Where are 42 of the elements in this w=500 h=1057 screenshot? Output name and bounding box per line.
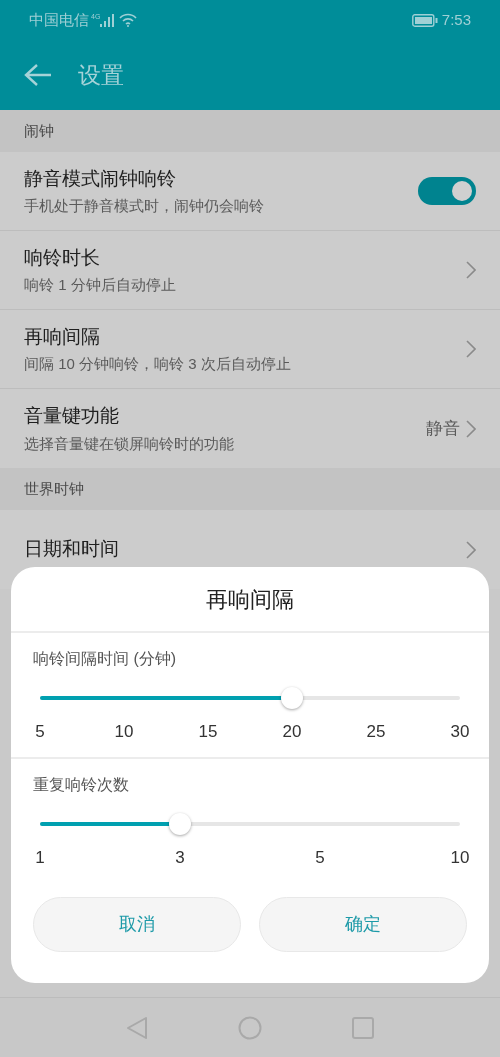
tick-label: 5 [35, 721, 45, 743]
recents-square-icon[interactable] [352, 1016, 374, 1039]
setting-title: 静音模式闹钟响铃 [24, 166, 177, 191]
signal-icon [100, 13, 115, 27]
slider[interactable] [40, 813, 460, 835]
setting-value: 静音 [426, 417, 460, 440]
carrier-name: 中国电信 [29, 9, 89, 30]
battery-icon [411, 13, 438, 27]
dialog-title: 再响间隔 [11, 567, 489, 633]
wifi-icon [119, 13, 138, 27]
setting-title: 再响间隔 [24, 324, 101, 349]
setting-description: 间隔 10 分钟响铃，响铃 3 次后自动停止 [24, 354, 292, 374]
toggle-switch[interactable] [418, 177, 476, 205]
slider[interactable] [40, 687, 460, 709]
tick-label: 1 [35, 847, 45, 869]
back-arrow-icon[interactable] [24, 63, 52, 87]
tick-label: 25 [366, 721, 386, 743]
slider-label: 重复响铃次数 [33, 775, 130, 795]
slider-label: 响铃间隔时间 (分钟) [33, 649, 178, 669]
tick-label: 30 [450, 721, 470, 743]
chevron-right-icon [466, 419, 476, 438]
chevron-right-icon [466, 540, 476, 559]
tick-label: 10 [450, 847, 470, 869]
setting-description: 响铃 1 分钟后自动停止 [24, 275, 177, 295]
tick-label: 3 [175, 847, 185, 869]
setting-title: 音量键功能 [24, 404, 120, 428]
clock-time: 7:53 [441, 9, 471, 30]
tick-label: 10 [114, 721, 134, 743]
section-header: 闹钟 [0, 110, 500, 152]
chevron-right-icon [466, 340, 476, 358]
setting-description: 手机处于静音模式时，闹钟仍会响铃 [24, 196, 265, 216]
setting-description: 选择音量键在锁屏响铃时的功能 [24, 433, 235, 454]
setting-title: 响铃时长 [24, 245, 101, 270]
tick-label: 5 [315, 847, 325, 869]
section-header: 世界时钟 [0, 468, 500, 510]
back-triangle-icon[interactable] [126, 1015, 148, 1040]
page-title: 设置 [78, 60, 124, 90]
chevron-right-icon [466, 261, 476, 279]
setting-title: 日期和时间 [24, 537, 120, 562]
tick-label: 20 [282, 721, 302, 743]
home-circle-icon[interactable] [238, 1015, 262, 1040]
tick-label: 15 [198, 721, 218, 743]
